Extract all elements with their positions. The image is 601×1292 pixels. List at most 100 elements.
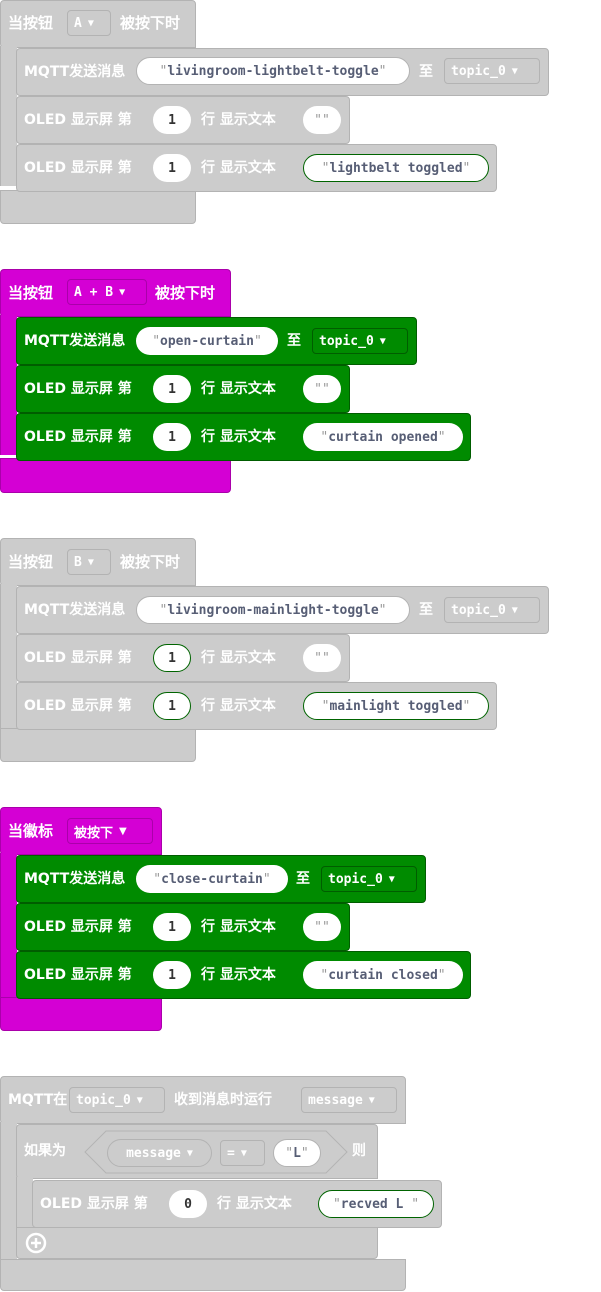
chevron-down-icon: ▼ [136,1094,143,1106]
to-label: 至 [419,64,433,80]
if-label: 如果为 [24,1143,66,1159]
message-variable-dropdown[interactable]: message ▼ [301,1087,397,1113]
c-block-foot [0,997,162,1031]
message-text: open-curtain [160,333,254,349]
topic-value: topic_0 [319,333,374,349]
message-input[interactable]: " open-curtain " [136,327,278,355]
line-number-input[interactable]: 1 [153,913,191,941]
message-input[interactable]: " livingroom-lightbelt-toggle " [136,57,410,85]
topic-dropdown[interactable]: topic_0 ▼ [312,328,408,354]
button-dropdown[interactable]: B ▼ [67,549,111,575]
text-input[interactable]: " " [303,913,341,941]
topic-dropdown[interactable]: topic_0 ▼ [321,866,417,892]
mqtt-send-label: MQTT发送消息 [24,333,126,349]
c-block-arm [0,853,17,998]
line-number-input[interactable]: 1 [153,106,191,134]
oled-label: OLED 显示屏 第 [24,429,132,445]
topic-value: topic_0 [328,871,383,887]
then-label: 则 [352,1143,366,1159]
variable-value: message [308,1092,363,1108]
text-input[interactable]: " " [303,106,341,134]
to-label: 至 [287,333,301,349]
chevron-down-icon: ▼ [186,1147,193,1159]
chevron-down-icon: ▼ [511,65,518,77]
show-text-label: 行 显示文本 [217,1196,292,1212]
c-block-foot [0,190,196,224]
show-text-label: 行 显示文本 [201,381,276,397]
line-number-input[interactable]: 0 [169,1190,207,1218]
text-input[interactable]: " recved L " [318,1190,434,1218]
message-text: close-curtain [161,871,263,887]
topic-value: topic_0 [451,63,506,79]
topic-dropdown[interactable]: topic_0 ▼ [69,1087,165,1113]
oled-label: OLED 显示屏 第 [24,698,132,714]
oled-label: OLED 显示屏 第 [40,1196,148,1212]
button-dropdown[interactable]: A ▼ [67,10,111,36]
show-text-label: 行 显示文本 [201,112,276,128]
text-input[interactable]: " mainlight toggled " [303,692,489,720]
line-number-input[interactable]: 1 [153,644,191,672]
logo-action-dropdown[interactable]: 被按下 ▼ [67,818,153,844]
line-number-input[interactable]: 1 [153,423,191,451]
mqtt-send-label: MQTT发送消息 [24,602,126,618]
text-value: curtain closed [328,967,438,983]
text-input[interactable]: " curtain opened " [303,423,463,451]
operator-dropdown[interactable]: = ▼ [220,1140,265,1166]
event-suffix: 被按下时 [120,553,181,571]
line-number-input[interactable]: 1 [153,961,191,989]
message-input[interactable]: " livingroom-mainlight-toggle " [136,596,410,624]
topic-dropdown[interactable]: topic_0 ▼ [444,597,540,623]
button-dropdown-value: B [74,554,82,570]
event-suffix: 被按下时 [120,14,181,32]
condition-value-text: L [293,1145,301,1161]
c-block-arm [0,315,17,455]
show-text-label: 行 显示文本 [201,160,276,176]
c-block-arm [0,46,17,186]
chevron-down-icon: ▼ [87,556,94,568]
oled-label: OLED 显示屏 第 [24,381,132,397]
event-prefix: 当徽标 [8,822,54,840]
chevron-down-icon: ▼ [379,335,386,347]
chevron-down-icon: ▼ [368,1094,375,1106]
chevron-down-icon: ▼ [388,873,395,885]
c-block-arm [0,1122,17,1262]
condition-variable-dropdown[interactable]: message ▼ [107,1139,212,1167]
c-block-foot [0,728,196,762]
chevron-down-icon: ▼ [511,604,518,616]
condition-variable-value: message [126,1145,181,1161]
topic-dropdown[interactable]: topic_0 ▼ [444,58,540,84]
event-prefix: 当按钮 [8,553,54,571]
text-value: mainlight toggled [329,698,463,714]
condition-value-input[interactable]: " L " [273,1139,321,1167]
text-input[interactable]: " " [303,375,341,403]
to-label: 至 [296,871,310,887]
logo-action-value: 被按下 [74,825,114,841]
button-dropdown-value: A [74,15,82,31]
button-dropdown[interactable]: A + B ▼ [67,279,147,305]
text-input[interactable]: " lightbelt toggled " [303,154,489,182]
show-text-label: 行 显示文本 [201,429,276,445]
c-block-foot [0,458,231,493]
c-block-foot [0,1259,406,1291]
mqtt-send-label: MQTT发送消息 [24,871,126,887]
line-number-input[interactable]: 1 [153,692,191,720]
oled-label: OLED 显示屏 第 [24,160,132,176]
message-input[interactable]: " close-curtain " [136,865,288,893]
show-text-label: 行 显示文本 [201,967,276,983]
if-block-arm [16,1177,33,1233]
line-number-input[interactable]: 1 [153,375,191,403]
chevron-down-icon: ▼ [119,825,127,837]
chevron-down-icon: ▼ [119,286,126,298]
if-block-foot [16,1227,378,1259]
oled-label: OLED 显示屏 第 [24,967,132,983]
show-text-label: 行 显示文本 [201,919,276,935]
oled-label: OLED 显示屏 第 [24,650,132,666]
topic-value: topic_0 [76,1092,131,1108]
chevron-down-icon: ▼ [87,17,94,29]
show-text-label: 行 显示文本 [201,650,276,666]
text-input[interactable]: " curtain closed " [303,961,463,989]
event-suffix: 收到消息时运行 [174,1092,272,1108]
line-number-input[interactable]: 1 [153,154,191,182]
add-else-plus-icon[interactable] [25,1232,47,1254]
text-input[interactable]: " " [303,644,341,672]
